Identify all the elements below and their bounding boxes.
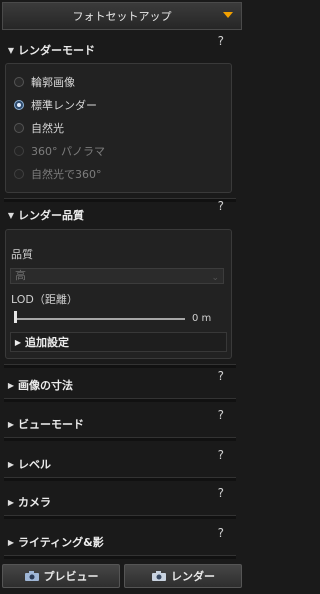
section-title: 追加設定 bbox=[25, 336, 69, 349]
triangle-right-icon: ▶ bbox=[7, 419, 15, 429]
radio-icon bbox=[14, 169, 24, 179]
section-header-image-size[interactable]: ▶ 画像の寸法 ? bbox=[4, 369, 236, 395]
preview-button-label: プレビュー bbox=[43, 570, 99, 583]
render-quality-panel: 品質 高 ⌄ LOD（距離） 0 m ▶ 追加設定 bbox=[5, 229, 232, 359]
section-title: レンダー品質 bbox=[18, 209, 84, 222]
triangle-right-icon: ▶ bbox=[7, 537, 15, 547]
divider bbox=[4, 555, 236, 559]
render-button-label: レンダー bbox=[171, 570, 215, 583]
triangle-right-icon: ▶ bbox=[7, 497, 15, 507]
section-title: レベル bbox=[18, 458, 51, 471]
triangle-right-icon: ▶ bbox=[14, 337, 22, 347]
section-header-lighting[interactable]: ▶ ライティング&影 ? bbox=[4, 526, 236, 552]
divider bbox=[4, 477, 236, 481]
divider bbox=[4, 198, 236, 202]
section-header-advanced-settings[interactable]: ▶ 追加設定 bbox=[10, 332, 227, 352]
section-title: カメラ bbox=[18, 496, 51, 509]
divider bbox=[4, 398, 236, 402]
camera-icon bbox=[24, 571, 39, 581]
camera-icon bbox=[152, 571, 166, 581]
section-title: レンダーモード bbox=[18, 44, 95, 57]
lod-value: 0 m bbox=[192, 313, 212, 324]
help-icon[interactable]: ? bbox=[218, 448, 224, 462]
radio-360-panorama[interactable]: 360° パノラマ bbox=[14, 143, 105, 159]
panel-title: フォトセットアップ bbox=[72, 10, 172, 23]
divider bbox=[4, 364, 236, 368]
radio-outline-image[interactable]: 輪郭画像 bbox=[14, 74, 75, 90]
chevron-down-icon[interactable] bbox=[223, 12, 233, 18]
quality-label: 品質 bbox=[11, 248, 33, 261]
section-header-view-mode[interactable]: ▶ ビューモード ? bbox=[4, 408, 236, 434]
bottom-toolbar: プレビュー レンダー bbox=[2, 564, 242, 590]
triangle-right-icon: ▶ bbox=[7, 380, 15, 390]
render-button[interactable]: レンダー bbox=[124, 564, 242, 588]
help-icon[interactable]: ? bbox=[218, 408, 224, 422]
divider bbox=[4, 515, 236, 519]
lod-slider-handle[interactable] bbox=[14, 311, 17, 323]
render-mode-panel: 輪郭画像 標準レンダー 自然光 360° パノラマ 自然光で360° bbox=[5, 63, 232, 193]
radio-icon bbox=[14, 77, 24, 87]
radio-selected-icon bbox=[14, 100, 24, 110]
help-icon[interactable]: ? bbox=[218, 526, 224, 540]
help-icon[interactable]: ? bbox=[218, 369, 224, 383]
lod-label: LOD（距離） bbox=[11, 293, 78, 306]
panel-title-bar[interactable]: フォトセットアップ bbox=[2, 2, 242, 30]
radio-standard-render[interactable]: 標準レンダー bbox=[14, 97, 97, 113]
chevron-down-icon: ⌄ bbox=[211, 273, 219, 283]
help-icon[interactable]: ? bbox=[218, 199, 224, 213]
section-title: 画像の寸法 bbox=[18, 379, 73, 392]
section-header-camera[interactable]: ▶ カメラ ? bbox=[4, 486, 236, 512]
section-header-level[interactable]: ▶ レベル ? bbox=[4, 448, 236, 474]
divider bbox=[4, 437, 236, 441]
quality-select[interactable]: 高 ⌄ bbox=[10, 268, 224, 284]
radio-natural-light-360[interactable]: 自然光で360° bbox=[14, 166, 102, 182]
triangle-down-icon: ▼ bbox=[7, 210, 15, 220]
radio-natural-light[interactable]: 自然光 bbox=[14, 120, 64, 136]
help-icon[interactable]: ? bbox=[218, 34, 224, 48]
radio-icon bbox=[14, 146, 24, 156]
section-title: ビューモード bbox=[18, 418, 84, 431]
lod-slider-track[interactable] bbox=[15, 318, 185, 320]
preview-button[interactable]: プレビュー bbox=[2, 564, 120, 588]
help-icon[interactable]: ? bbox=[218, 486, 224, 500]
section-title: ライティング&影 bbox=[18, 536, 104, 549]
section-header-render-mode[interactable]: ▼ レンダーモード ? bbox=[4, 34, 236, 60]
radio-icon bbox=[14, 123, 24, 133]
triangle-right-icon: ▶ bbox=[7, 459, 15, 469]
quality-select-value: 高 bbox=[15, 269, 26, 282]
triangle-down-icon: ▼ bbox=[7, 45, 15, 55]
section-header-render-quality[interactable]: ▼ レンダー品質 ? bbox=[4, 199, 236, 225]
